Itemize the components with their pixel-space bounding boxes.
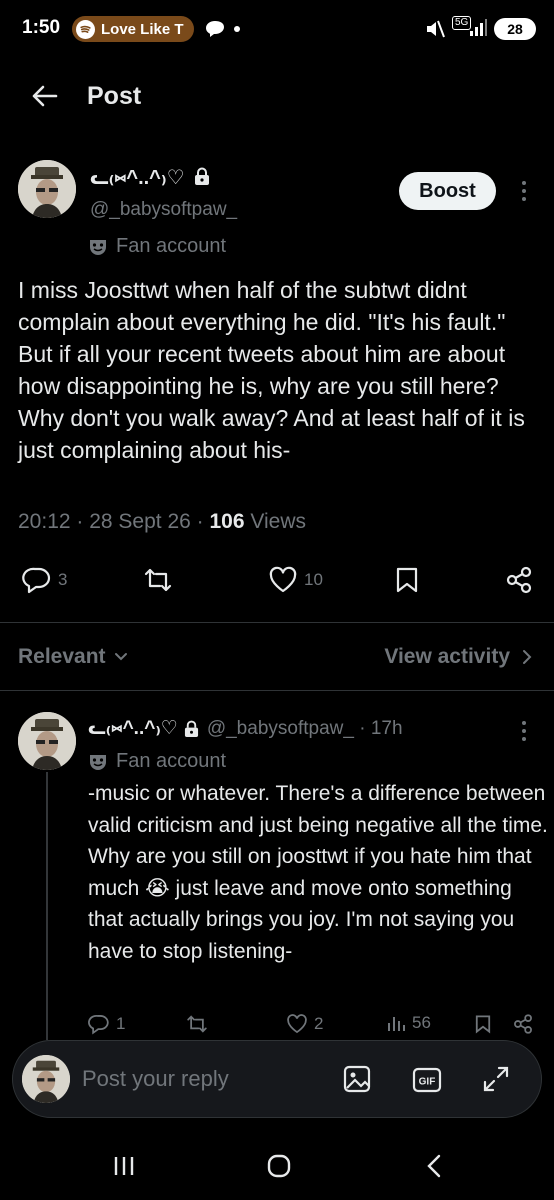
like-button[interactable]: 10 — [268, 566, 323, 594]
mute-icon — [424, 18, 446, 40]
bar-chart-icon — [388, 1017, 405, 1031]
reply-input-placeholder[interactable]: Post your reply — [82, 1066, 229, 1092]
thread-line — [46, 772, 48, 1040]
post-text: I miss Joosttwt when half of the subtwt … — [18, 277, 525, 463]
reply-like-count: 2 — [314, 1014, 324, 1033]
home-icon[interactable] — [266, 1153, 292, 1179]
reply-display-name: ᓚ₍⑅^..^₎♡ — [88, 718, 178, 739]
masks-icon — [90, 239, 106, 255]
lock-icon — [184, 720, 198, 737]
share-icon — [506, 566, 532, 594]
reply-icon — [22, 567, 51, 594]
reply-views-count: 56 — [412, 1013, 431, 1032]
status-bar: 1:50 Love Like T 5G 28 — [0, 0, 554, 58]
recent-apps-icon[interactable] — [112, 1154, 136, 1178]
avatar-photo-icon — [18, 712, 76, 770]
reply-like-button[interactable]: 2 — [286, 1013, 323, 1035]
spotify-icon — [76, 19, 95, 39]
bookmark-icon — [475, 1015, 491, 1034]
reply-fan-account-text: Fan account — [116, 750, 227, 772]
share-button[interactable] — [504, 566, 534, 594]
page-title: Post — [87, 82, 142, 110]
share-icon — [514, 1014, 532, 1034]
post-display-name[interactable]: ᓚ₍⑅^..^₎♡ — [90, 165, 210, 190]
post-date: 28 Sept 26 — [89, 510, 191, 533]
bookmark-button[interactable] — [394, 566, 420, 594]
like-count: 10 — [304, 570, 323, 589]
reply-button[interactable]: 3 — [22, 566, 67, 594]
sort-relevant-dropdown[interactable]: Relevant — [18, 645, 128, 669]
reply-bookmark-button[interactable] — [474, 1013, 492, 1035]
post-meta: 20:12 · 28 Sept 26 · 106 Views — [18, 510, 307, 533]
back-button[interactable] — [30, 82, 58, 110]
reply-views[interactable]: 56 — [386, 1013, 431, 1033]
expand-icon[interactable] — [481, 1064, 511, 1094]
gif-icon[interactable]: GIF — [412, 1066, 442, 1094]
fan-account-text: Fan account — [116, 235, 227, 257]
display-name-text: ᓚ₍⑅^..^₎♡ — [90, 167, 185, 189]
more-options-icon[interactable] — [521, 180, 527, 202]
chat-bubble-icon — [205, 20, 225, 38]
view-activity-link[interactable]: View activity — [384, 645, 532, 669]
chevron-down-icon — [114, 653, 127, 661]
system-navbar — [0, 1130, 554, 1200]
composer-avatar — [22, 1055, 70, 1103]
reply-count: 3 — [58, 570, 68, 589]
spotify-now-playing[interactable]: Love Like T — [72, 16, 194, 42]
repost-button[interactable] — [143, 566, 173, 594]
reply-reply-button[interactable]: 1 — [88, 1013, 125, 1035]
chevron-right-icon — [523, 650, 532, 664]
reply-fan-account-label: Fan account — [88, 750, 226, 773]
reply-reply-count: 1 — [116, 1014, 126, 1033]
heart-icon — [269, 566, 297, 593]
bookmark-icon — [396, 567, 418, 593]
reply-text: -music or whatever. There's a difference… — [88, 782, 548, 963]
reply-icon — [88, 1014, 109, 1035]
svg-text:GIF: GIF — [419, 1077, 436, 1088]
avatar[interactable] — [18, 160, 76, 218]
heart-icon — [287, 1014, 307, 1034]
signal-icon — [468, 18, 488, 38]
battery-indicator: 28 — [494, 18, 536, 40]
view-activity-label: View activity — [384, 645, 510, 668]
post-handle[interactable]: @_babysoftpaw_ — [90, 199, 237, 221]
battery-level: 28 — [507, 21, 523, 37]
boost-button[interactable]: Boost — [399, 172, 496, 210]
avatar-photo-icon — [18, 160, 76, 218]
reply-more-options-icon[interactable] — [521, 720, 527, 742]
spotify-track-label: Love Like T — [101, 20, 184, 38]
avatar-photo-icon — [22, 1055, 70, 1103]
views-label: Views — [250, 510, 307, 533]
relevant-label: Relevant — [18, 645, 106, 668]
fan-account-label: Fan account — [88, 235, 226, 258]
reply-repost-button[interactable] — [186, 1013, 208, 1035]
divider — [0, 622, 554, 623]
repost-icon — [187, 1015, 207, 1033]
arrow-left-icon — [32, 85, 58, 107]
masks-icon — [90, 754, 106, 770]
repost-icon — [144, 568, 172, 592]
lock-icon — [195, 167, 210, 185]
reply-avatar[interactable] — [18, 712, 76, 770]
reply-share-button[interactable] — [512, 1013, 534, 1035]
back-nav-icon[interactable] — [424, 1153, 444, 1179]
views-count: 106 — [209, 510, 245, 533]
divider — [0, 690, 554, 691]
reply-header[interactable]: ᓚ₍⑅^..^₎♡ @_babysoftpaw_ · 17h — [88, 717, 403, 740]
reply-handle-time: @_babysoftpaw_ · 17h — [206, 717, 403, 739]
post-time: 20:12 — [18, 510, 71, 533]
image-upload-icon[interactable] — [342, 1064, 372, 1094]
status-time: 1:50 — [22, 17, 61, 38]
notification-dot — [234, 26, 240, 32]
